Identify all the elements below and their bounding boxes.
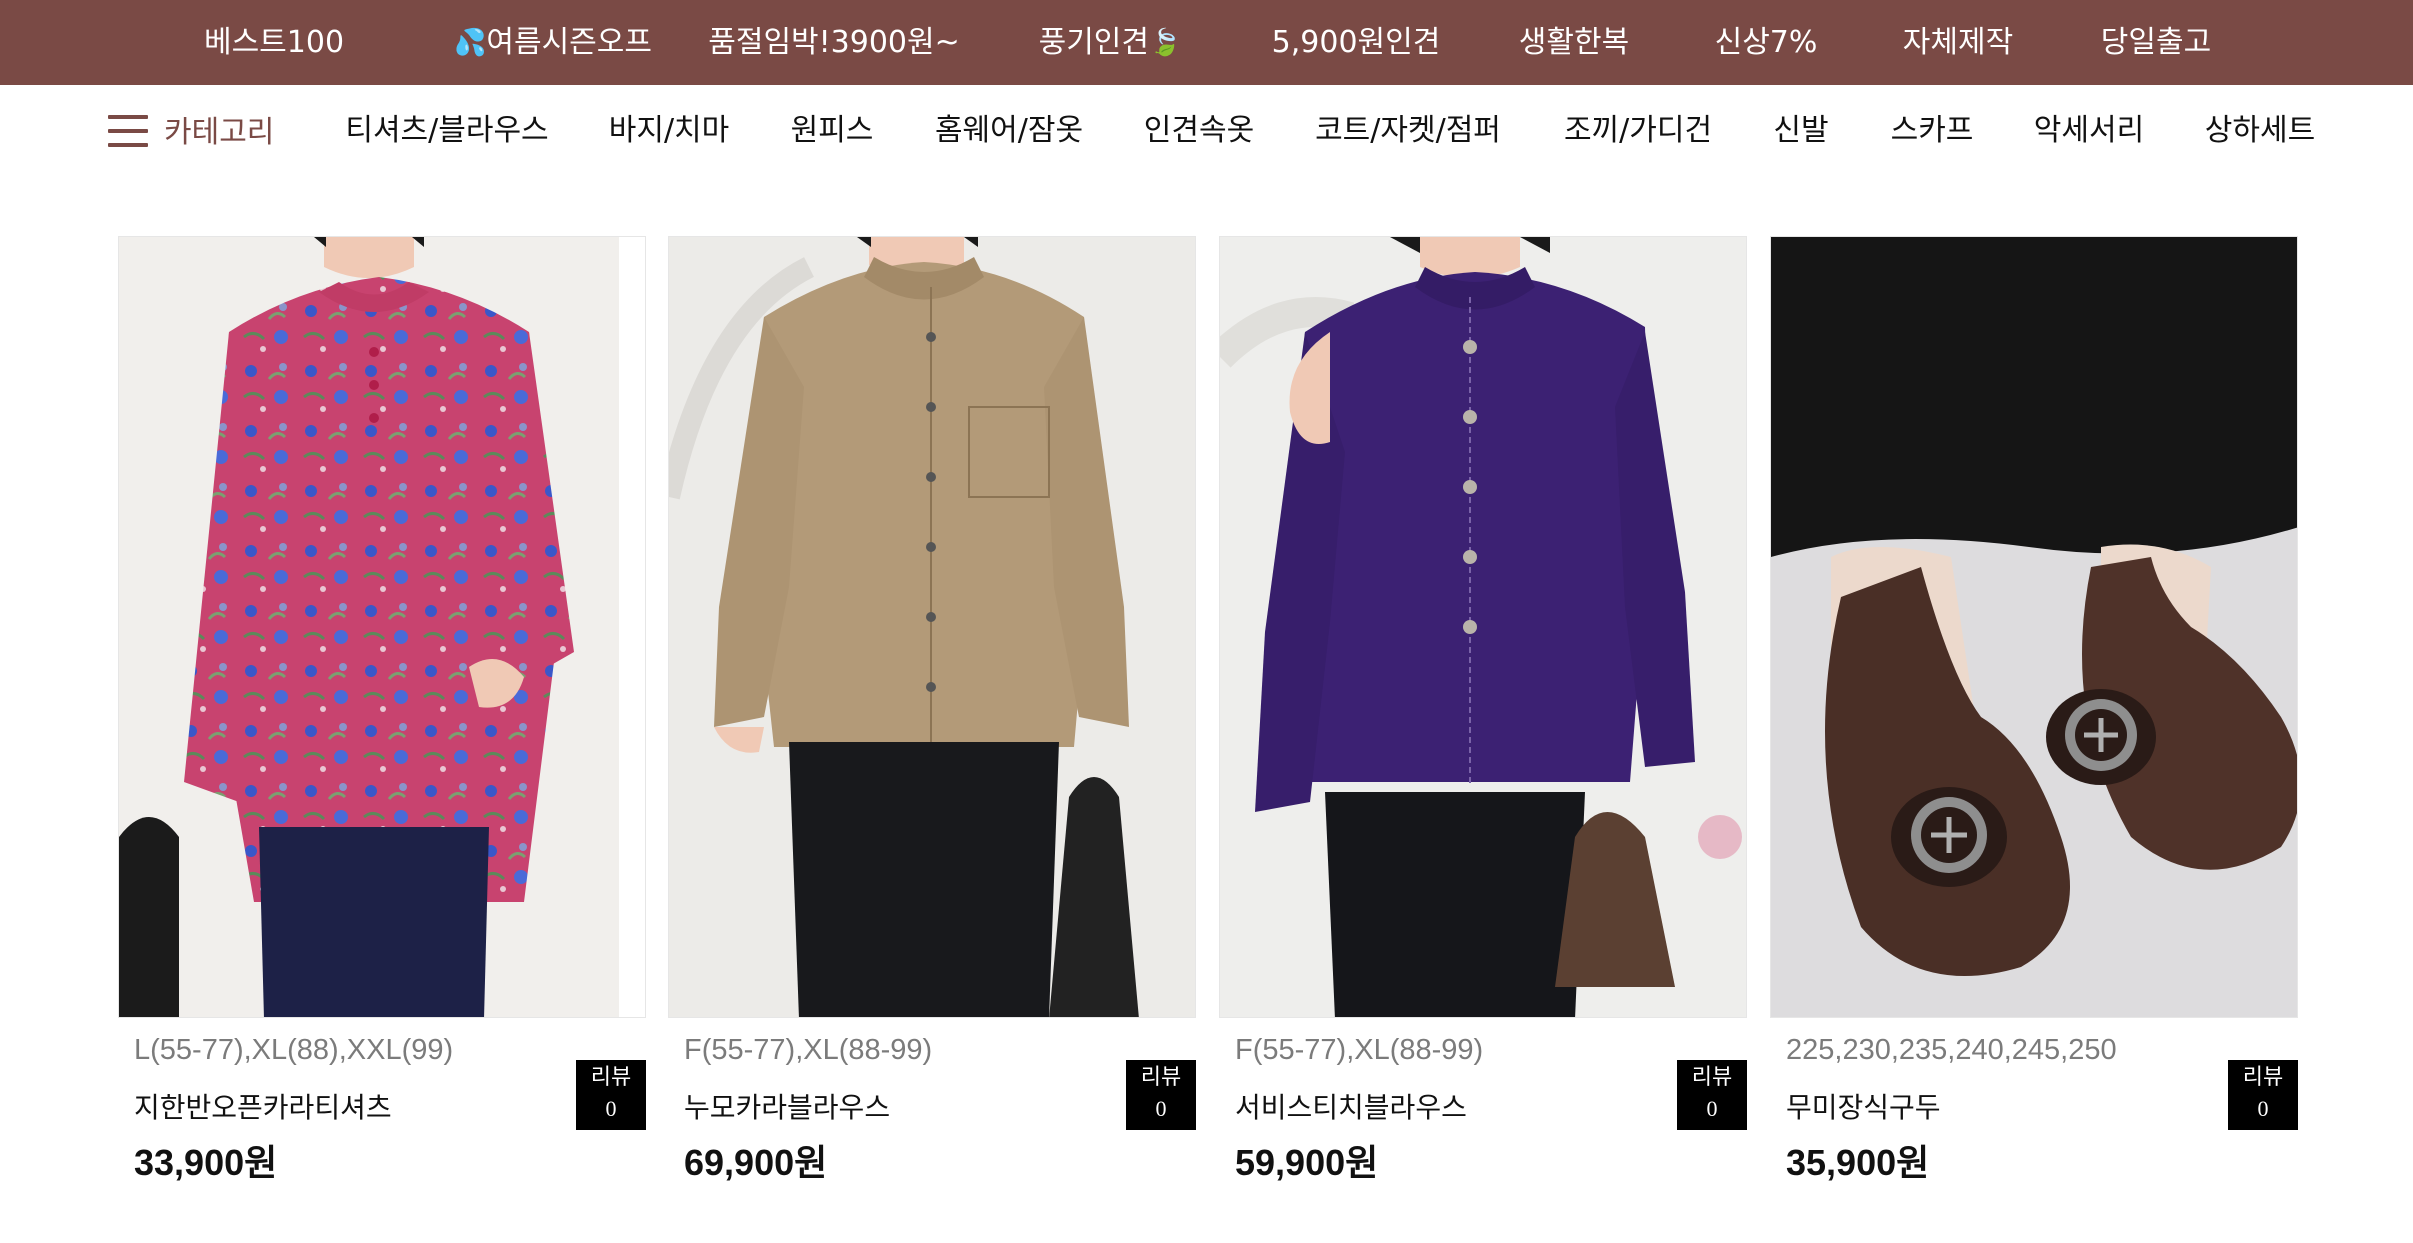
review-label: 리뷰 [590,1065,632,1090]
category-dresses[interactable]: 원피스 [791,105,874,149]
product-sizes: L(55-77),XL(88),XXL(99) [134,1034,454,1066]
product-card[interactable]: F(55-77),XL(88-99) 누모카라블라우스 69,900원 리뷰 0 [668,236,1196,1196]
review-label: 리뷰 [1140,1065,1182,1090]
category-rayon-underwear[interactable]: 인견속옷 [1144,105,1254,149]
review-badge[interactable]: 리뷰 0 [1126,1060,1196,1130]
review-count: 0 [605,1096,617,1121]
topnav-own-production[interactable]: 자체제작 [1903,0,2013,85]
product-card[interactable]: L(55-77),XL(88),XXL(99) 지한반오픈카라티셔츠 33,90… [118,236,646,1196]
product-name[interactable]: 누모카라블라우스 [684,1086,890,1126]
topnav-summer-season-off[interactable]: 💦여름시즌오프 [454,0,652,85]
review-label: 리뷰 [1691,1065,1733,1090]
topnav-new-7[interactable]: 신상7% [1715,0,1818,85]
product-name[interactable]: 무미장식구두 [1786,1086,1941,1126]
review-badge[interactable]: 리뷰 0 [1677,1060,1747,1130]
category-menu-label: 카테고리 [164,115,275,150]
topnav-best100[interactable]: 베스트100 [204,0,344,85]
product-sizes: F(55-77),XL(88-99) [684,1034,933,1066]
category-pants-skirts[interactable]: 바지/치마 [609,105,730,149]
category-coats-jackets[interactable]: 코트/자켓/점퍼 [1315,105,1501,149]
category-vests-cardigans[interactable]: 조끼/가디건 [1564,105,1712,149]
leaf-icon: 🍃 [1149,28,1182,58]
product-price: 69,900원 [684,1142,828,1183]
review-count: 0 [1706,1096,1718,1121]
category-sets[interactable]: 상하세트 [2205,105,2315,149]
product-name[interactable]: 서비스티치블라우스 [1235,1086,1467,1126]
review-count: 0 [1155,1096,1167,1121]
product-name[interactable]: 지한반오픈카라티셔츠 [134,1086,392,1126]
product-sizes: F(55-77),XL(88-99) [1235,1034,1484,1066]
product-image-brown-flat-shoes[interactable] [1770,236,2298,1018]
review-badge[interactable]: 리뷰 0 [576,1060,646,1130]
product-card[interactable]: 225,230,235,240,245,250 무미장식구두 35,900원 리… [1770,236,2298,1196]
product-sizes: 225,230,235,240,245,250 [1786,1034,2117,1066]
topnav-soldout-imminent[interactable]: 품절임박!3900원~ [708,0,960,85]
topnav-hanbok[interactable]: 생활한복 [1519,0,1629,85]
topnav-same-day-shipping[interactable]: 당일출고 [2101,0,2211,85]
category-shoes[interactable]: 신발 [1773,105,1828,149]
product-image-beige-shirt-blouse[interactable] [668,236,1196,1018]
product-price: 33,900원 [134,1142,278,1183]
review-count: 0 [2257,1096,2269,1121]
category-scarves[interactable]: 스카프 [1891,105,1974,149]
category-homewear[interactable]: 홈웨어/잠옷 [935,105,1083,149]
category-nav: 카테고리 티셔츠/블라우스 바지/치마 원피스 홈웨어/잠옷 인견속옷 코트/자… [0,85,2413,175]
top-promo-nav: 베스트100 💦여름시즌오프 품절임박!3900원~ 풍기인견🍃 5,900원인… [0,0,2413,85]
category-accessories[interactable]: 악세서리 [2034,105,2144,149]
product-image-purple-stitch-blouse[interactable] [1219,236,1747,1018]
hamburger-menu-icon [108,115,148,147]
product-price: 35,900원 [1786,1142,1930,1183]
topnav-punggi-rayon[interactable]: 풍기인견🍃 [1039,0,1182,85]
product-image-pink-floral-blouse[interactable] [118,236,646,1018]
product-card[interactable]: F(55-77),XL(88-99) 서비스티치블라우스 59,900원 리뷰 … [1219,236,1747,1196]
topnav-5900-rayon[interactable]: 5,900원인견 [1272,0,1441,85]
water-drops-icon: 💦 [454,28,487,58]
product-price: 59,900원 [1235,1142,1379,1183]
review-badge[interactable]: 리뷰 0 [2228,1060,2298,1130]
review-label: 리뷰 [2242,1065,2284,1090]
category-tshirts-blouses[interactable]: 티셔츠/블라우스 [345,105,548,149]
